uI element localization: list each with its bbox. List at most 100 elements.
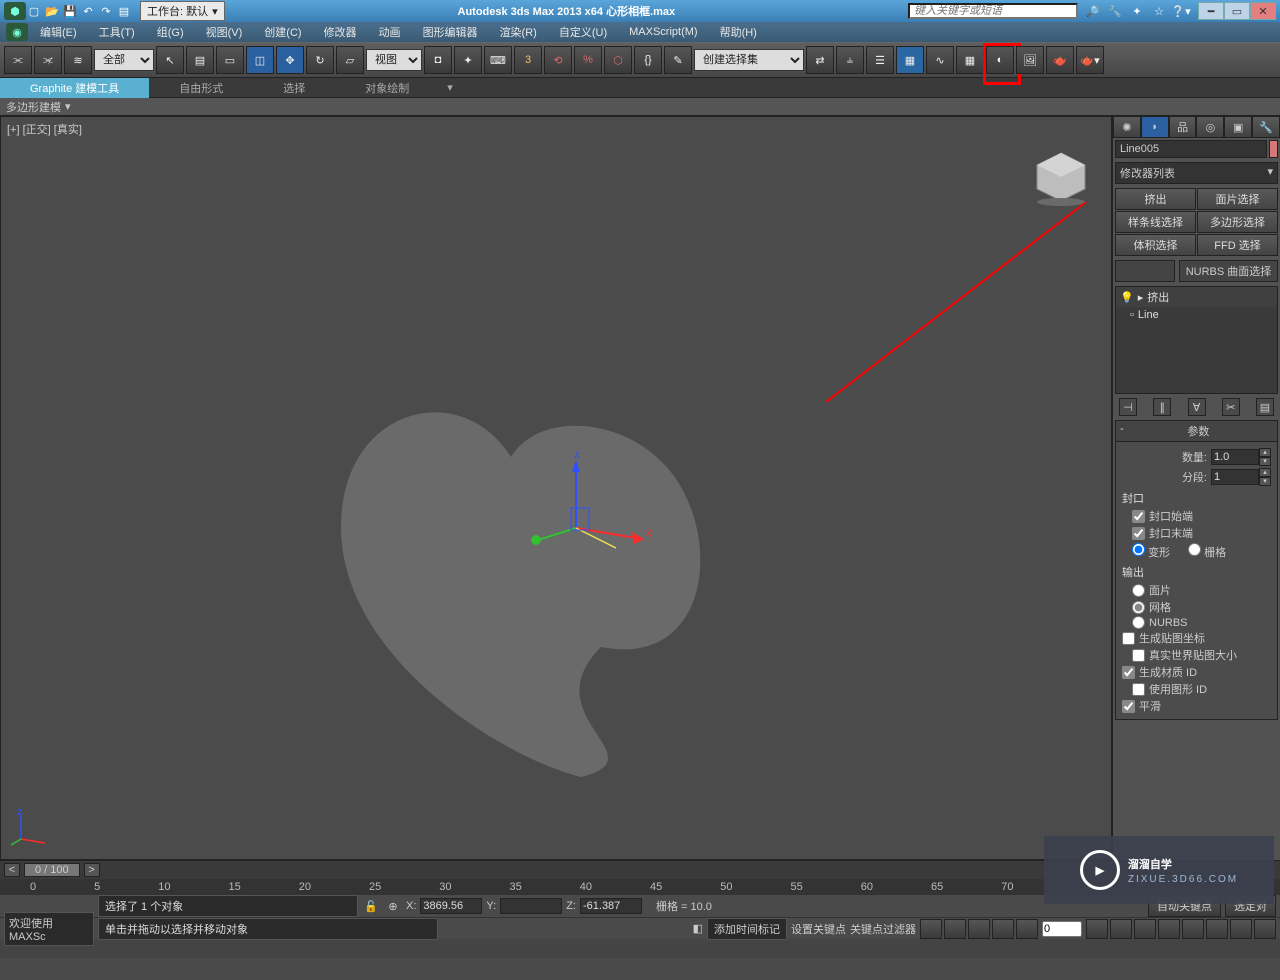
mod-polysel-button[interactable]: 多边形选择 bbox=[1197, 211, 1278, 233]
search-go-icon[interactable]: 🔎 bbox=[1084, 2, 1102, 20]
graphite-toggle-icon[interactable]: ▦ bbox=[896, 46, 924, 74]
mod-splinesel-button[interactable]: 样条线选择 bbox=[1115, 211, 1196, 233]
align-icon[interactable]: ⫨ bbox=[836, 46, 864, 74]
spinner-up-icon[interactable]: ▴ bbox=[1259, 448, 1271, 457]
prev-frame-icon[interactable] bbox=[944, 919, 966, 939]
workspace-selector[interactable]: 工作台: 默认 ▾ bbox=[140, 1, 225, 21]
isolate-icon[interactable]: ⊕ bbox=[384, 900, 402, 913]
ribbon-panel-label[interactable]: 多边形建模 bbox=[6, 99, 61, 115]
tab-hierarchy-icon[interactable]: 品 bbox=[1169, 116, 1197, 138]
schematic-view-icon[interactable]: ▦ bbox=[956, 46, 984, 74]
tab-freeform[interactable]: 自由形式 bbox=[149, 78, 253, 98]
modifier-stack[interactable]: 💡▸挤出 ▫Line bbox=[1115, 286, 1278, 394]
make-unique-icon[interactable]: ∀ bbox=[1188, 398, 1206, 416]
save-icon[interactable]: 💾 bbox=[62, 3, 78, 19]
min-max-toggle-icon[interactable] bbox=[1254, 919, 1276, 939]
tab-modify-icon[interactable]: ◗ bbox=[1141, 116, 1169, 138]
object-color-swatch[interactable] bbox=[1269, 140, 1278, 158]
ref-coord-system[interactable]: 视图 bbox=[366, 49, 422, 71]
menu-edit[interactable]: 编辑(E) bbox=[30, 22, 87, 42]
real-uv-checkbox[interactable] bbox=[1132, 649, 1145, 662]
goto-start-icon[interactable] bbox=[920, 919, 942, 939]
window-crossing-icon[interactable]: ◫ bbox=[246, 46, 274, 74]
orbit-icon[interactable] bbox=[1206, 919, 1228, 939]
redo-icon[interactable]: ↷ bbox=[98, 3, 114, 19]
tab-motion-icon[interactable]: ◎ bbox=[1196, 116, 1224, 138]
fov-icon[interactable] bbox=[1158, 919, 1180, 939]
show-end-result-icon[interactable]: ∥ bbox=[1153, 398, 1171, 416]
stack-item-line[interactable]: ▫Line bbox=[1116, 307, 1277, 323]
key-filters-button[interactable]: 关键点过滤器 bbox=[850, 921, 916, 937]
layers-icon[interactable]: ☰ bbox=[866, 46, 894, 74]
scale-icon[interactable]: ▱ bbox=[336, 46, 364, 74]
viewcube[interactable] bbox=[1031, 147, 1091, 207]
mod-patchsel-button[interactable]: 面片选择 bbox=[1197, 188, 1278, 210]
menu-create[interactable]: 创建(C) bbox=[254, 22, 311, 42]
cap-start-checkbox[interactable] bbox=[1132, 510, 1145, 523]
pan-icon[interactable] bbox=[1086, 919, 1108, 939]
menu-rendering[interactable]: 渲染(R) bbox=[490, 22, 547, 42]
menu-animation[interactable]: 动画 bbox=[369, 22, 411, 42]
out-nurbs-radio[interactable] bbox=[1132, 616, 1145, 629]
menu-customize[interactable]: 自定义(U) bbox=[549, 22, 617, 42]
segments-input[interactable] bbox=[1211, 469, 1259, 485]
spinner-snap-icon[interactable]: ⬡ bbox=[604, 46, 632, 74]
time-slider-thumb[interactable]: 0 / 100 bbox=[24, 863, 80, 877]
mod-extrude-button[interactable]: 挤出 bbox=[1115, 188, 1196, 210]
segments-spinner[interactable]: ▴▾ bbox=[1211, 468, 1271, 486]
tab-display-icon[interactable]: ▣ bbox=[1224, 116, 1252, 138]
add-time-tag[interactable]: 添加时间标记 bbox=[707, 918, 787, 940]
slider-prev-icon[interactable]: < bbox=[4, 863, 20, 877]
key-icon[interactable]: 🔧 bbox=[1106, 2, 1124, 20]
snap-toggle-icon[interactable]: 3 bbox=[514, 46, 542, 74]
render-setup-icon[interactable]: 🖼 bbox=[1016, 46, 1044, 74]
curve-editor-icon[interactable]: ∿ bbox=[926, 46, 954, 74]
undo-icon[interactable]: ↶ bbox=[80, 3, 96, 19]
cap-end-checkbox[interactable] bbox=[1132, 527, 1145, 540]
menu-grapheditors[interactable]: 图形编辑器 bbox=[413, 22, 488, 42]
render-frame-icon[interactable]: 🫖 bbox=[1046, 46, 1074, 74]
next-frame-icon[interactable] bbox=[992, 919, 1014, 939]
mirror-icon[interactable]: ⇄ bbox=[806, 46, 834, 74]
edit-named-sets-icon[interactable]: {} bbox=[634, 46, 662, 74]
selection-filter[interactable]: 全部 bbox=[94, 49, 154, 71]
tab-create-icon[interactable]: ✺ bbox=[1113, 116, 1141, 138]
move-icon[interactable]: ✥ bbox=[276, 46, 304, 74]
coord-z-input[interactable] bbox=[580, 898, 642, 914]
remove-modifier-icon[interactable]: ✂ bbox=[1222, 398, 1240, 416]
exchange-icon[interactable]: ✦ bbox=[1128, 2, 1146, 20]
menu-views[interactable]: 视图(V) bbox=[196, 22, 253, 42]
mod-extra-empty[interactable] bbox=[1115, 260, 1175, 282]
menu-help[interactable]: 帮助(H) bbox=[710, 22, 767, 42]
menu-maxscript[interactable]: MAXScript(M) bbox=[619, 24, 707, 40]
unlink-icon[interactable]: ⫘̷ bbox=[34, 46, 62, 74]
mod-nurbs-surf-button[interactable]: NURBS 曲面选择 bbox=[1179, 260, 1278, 282]
zoom-extents-icon[interactable] bbox=[1134, 919, 1156, 939]
play-icon[interactable] bbox=[968, 919, 990, 939]
select-region-rect-icon[interactable]: ▭ bbox=[216, 46, 244, 74]
new-icon[interactable]: ▢ bbox=[26, 3, 42, 19]
named-sets-edit-icon[interactable]: ✎ bbox=[664, 46, 692, 74]
close-button[interactable]: ✕ bbox=[1250, 2, 1276, 20]
lock-selection-icon[interactable]: 🔓 bbox=[362, 900, 380, 913]
goto-end-icon[interactable] bbox=[1016, 919, 1038, 939]
tab-selection[interactable]: 选择 bbox=[253, 78, 335, 98]
help-icon[interactable]: ❔▾ bbox=[1172, 2, 1190, 20]
named-selection-sets[interactable]: 创建选择集 bbox=[694, 49, 804, 71]
viewport-label[interactable]: [+] [正交] [真实] bbox=[7, 121, 82, 137]
menu-group[interactable]: 组(G) bbox=[147, 22, 194, 42]
amount-spinner[interactable]: ▴▾ bbox=[1211, 448, 1271, 466]
zoom-icon[interactable] bbox=[1110, 919, 1132, 939]
mod-ffdsel-button[interactable]: FFD 选择 bbox=[1197, 234, 1278, 256]
viewport[interactable]: [+] [正交] [真实] z x z bbox=[0, 116, 1112, 860]
spinner-up-icon[interactable]: ▴ bbox=[1259, 468, 1271, 477]
tab-graphite[interactable]: Graphite 建模工具 bbox=[0, 78, 149, 98]
mod-volsel-button[interactable]: 体积选择 bbox=[1115, 234, 1196, 256]
chevron-down-icon[interactable]: ▾ bbox=[65, 100, 71, 113]
gen-uv-checkbox[interactable] bbox=[1122, 632, 1135, 645]
use-shapeid-checkbox[interactable] bbox=[1132, 683, 1145, 696]
ribbon-expand-icon[interactable]: ▾ bbox=[439, 79, 461, 96]
favorite-icon[interactable]: ☆ bbox=[1150, 2, 1168, 20]
keyboard-shortcut-icon[interactable]: ⌨ bbox=[484, 46, 512, 74]
select-link-icon[interactable]: ⫘ bbox=[4, 46, 32, 74]
